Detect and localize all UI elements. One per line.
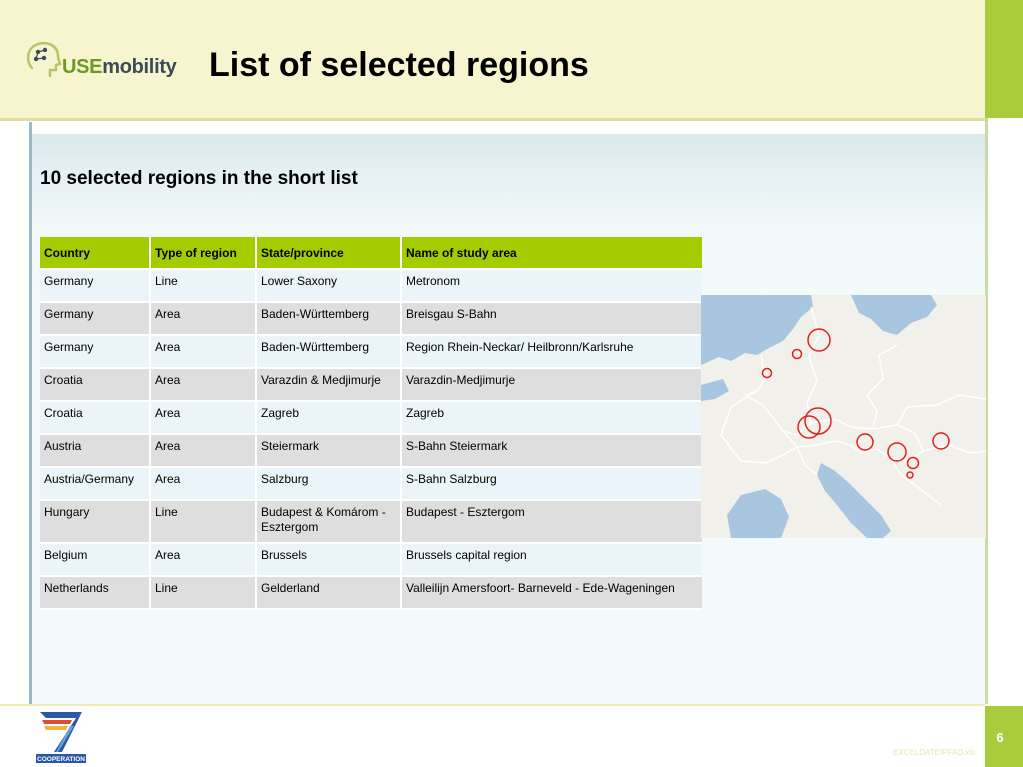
- page-title: List of selected regions: [209, 46, 589, 84]
- table-cell: Netherlands: [40, 576, 151, 610]
- europe-map: [701, 295, 986, 538]
- table-cell: Area: [150, 335, 257, 369]
- header-divider: [0, 118, 985, 121]
- table-cell: Brussels capital region: [401, 543, 702, 577]
- table-cell: Varazdin & Medjimurje: [256, 368, 402, 402]
- table-cell: Area: [150, 302, 257, 336]
- table-cell: Brussels: [256, 543, 402, 577]
- table-cell: Valleilijn Amersfoort- Barneveld - Ede-W…: [401, 576, 702, 610]
- table-cell: Salzburg: [256, 467, 402, 501]
- table-cell: Germany: [40, 269, 151, 303]
- table-cell: Area: [150, 401, 257, 435]
- table-cell: Austria/Germany: [40, 467, 151, 501]
- file-path-watermark: EXCELDATEIPFAD.xls: [893, 748, 976, 757]
- logo-suffix: mobility: [102, 56, 177, 78]
- table-cell: Gelderland: [256, 576, 402, 610]
- table-cell: S-Bahn Steiermark: [401, 434, 702, 468]
- table-cell: Croatia: [40, 401, 151, 435]
- table-cell: Hungary: [40, 500, 151, 544]
- table-cell: Budapest - Esztergom: [401, 500, 702, 544]
- regions-table: Country Type of region State/province Na…: [40, 237, 702, 610]
- column-header: State/province: [256, 237, 402, 270]
- table-row: Germany Area Baden-Württemberg Region Rh…: [40, 335, 702, 369]
- table-cell: Belgium: [40, 543, 151, 577]
- table-cell: Breisgau S-Bahn: [401, 302, 702, 336]
- accent-bar-side: [985, 118, 1023, 704]
- usemobility-logo: USEmobility: [24, 38, 179, 86]
- table-row: Hungary Line Budapest & Komárom - Eszter…: [40, 500, 702, 544]
- page-number: 6: [996, 730, 1004, 745]
- table-cell: Area: [150, 368, 257, 402]
- table-cell: Line: [150, 269, 257, 303]
- table-cell: Area: [150, 467, 257, 501]
- programme-label: COOPERATION: [37, 756, 85, 763]
- table-cell: Steiermark: [256, 434, 402, 468]
- table-cell: Area: [150, 543, 257, 577]
- table-cell: Baden-Württemberg: [256, 335, 402, 369]
- table-cell: Croatia: [40, 368, 151, 402]
- table-row: Austria Area Steiermark S-Bahn Steiermar…: [40, 434, 702, 468]
- table-row: Germany Line Lower Saxony Metronom: [40, 269, 702, 303]
- footer-divider: [0, 704, 985, 706]
- table-cell: Baden-Württemberg: [256, 302, 402, 336]
- table-cell: Lower Saxony: [256, 269, 402, 303]
- table-row: Austria/Germany Area Salzburg S-Bahn Sal…: [40, 467, 702, 501]
- column-header: Country: [40, 237, 151, 270]
- table-row: Belgium Area Brussels Brussels capital r…: [40, 543, 702, 577]
- table-header-row: Country Type of region State/province Na…: [40, 237, 702, 270]
- table-cell: Zagreb: [401, 401, 702, 435]
- table-cell: Germany: [40, 302, 151, 336]
- table-cell: Austria: [40, 434, 151, 468]
- section-subtitle: 10 selected regions in the short list: [40, 168, 358, 189]
- column-header: Name of study area: [401, 237, 702, 270]
- table-row: Croatia Area Varazdin & Medjimurje Varaz…: [40, 368, 702, 402]
- logo-prefix: USE: [62, 56, 103, 78]
- column-header: Type of region: [150, 237, 257, 270]
- head-icon: [26, 41, 62, 78]
- table-cell: S-Bahn Salzburg: [401, 467, 702, 501]
- table-cell: Varazdin-Medjimurje: [401, 368, 702, 402]
- table-cell: Line: [150, 500, 257, 544]
- table-body: Germany Line Lower Saxony Metronom Germa…: [40, 269, 702, 610]
- table-cell: Germany: [40, 335, 151, 369]
- table-cell: Zagreb: [256, 401, 402, 435]
- table-row: Croatia Area Zagreb Zagreb: [40, 401, 702, 435]
- panel-top-strip: [32, 122, 985, 134]
- fp7-cooperation-logo: COOPERATION: [36, 712, 86, 763]
- table-row: Germany Area Baden-Württemberg Breisgau …: [40, 302, 702, 336]
- table-cell: Area: [150, 434, 257, 468]
- table-cell: Line: [150, 576, 257, 610]
- accent-bar-top: [985, 0, 1023, 118]
- table-cell: Metronom: [401, 269, 702, 303]
- table-row: Netherlands Line Gelderland Valleilijn A…: [40, 576, 702, 610]
- table-cell: Region Rhein-Neckar/ Heilbronn/Karlsruhe: [401, 335, 702, 369]
- table-cell: Budapest & Komárom - Esztergom: [256, 500, 402, 544]
- logo-wordmark: USEmobility: [62, 56, 177, 79]
